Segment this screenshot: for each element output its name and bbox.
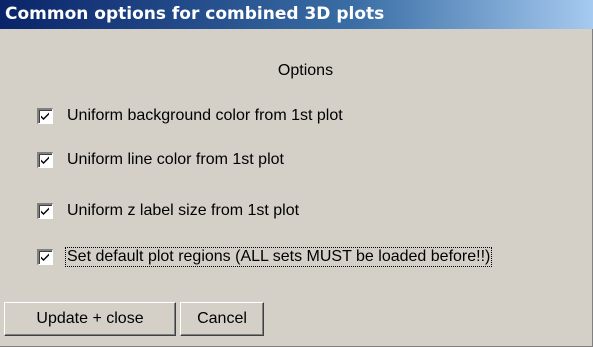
checkmark-icon [41, 253, 49, 261]
uniform-line-color-checkbox[interactable] [37, 152, 53, 168]
update-close-button[interactable]: Update + close [4, 302, 176, 336]
checkmark-icon [41, 112, 49, 120]
uniform-background-color-checkbox[interactable] [37, 108, 53, 124]
options-group-label: Options [0, 62, 593, 80]
uniform-z-label-size-label: Uniform z label size from 1st plot [67, 202, 300, 219]
default-plot-regions-option[interactable]: Set default plot regions (ALL sets MUST … [37, 247, 493, 267]
uniform-z-label-size-checkbox[interactable] [37, 203, 53, 219]
uniform-background-color-label: Uniform background color from 1st plot [67, 107, 343, 124]
checkmark-icon [41, 156, 49, 164]
default-plot-regions-checkbox[interactable] [37, 249, 53, 265]
uniform-z-label-size-option[interactable]: Uniform z label size from 1st plot [37, 201, 300, 221]
checkmark-icon [41, 207, 49, 215]
uniform-background-color-option[interactable]: Uniform background color from 1st plot [37, 106, 344, 126]
uniform-line-color-option[interactable]: Uniform line color from 1st plot [37, 150, 285, 170]
title-bar[interactable]: Common options for combined 3D plots [0, 0, 593, 29]
uniform-line-color-label: Uniform line color from 1st plot [67, 151, 284, 168]
default-plot-regions-label: Set default plot regions (ALL sets MUST … [64, 247, 493, 267]
options-group-label-text: Options [277, 62, 334, 79]
cancel-button[interactable]: Cancel [180, 302, 264, 336]
dialog-window: Common options for combined 3D plots Opt… [0, 0, 593, 347]
